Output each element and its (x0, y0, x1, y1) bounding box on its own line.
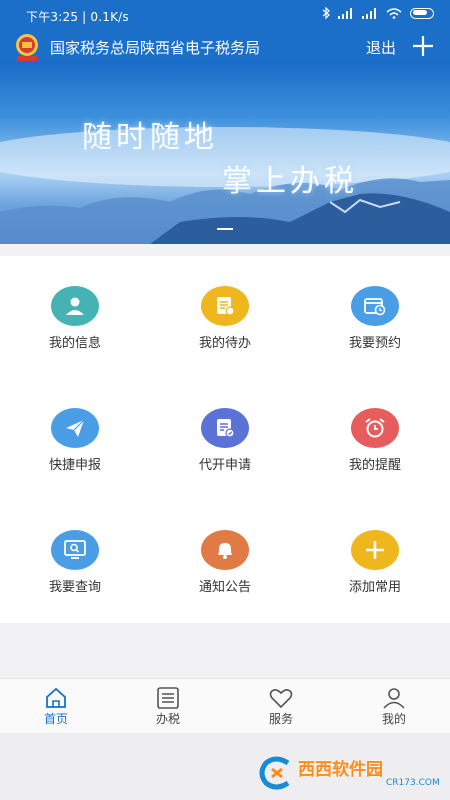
function-grid: 我的信息 我的待办 我要预约 快捷申报 代开申请 我的提醒 我要查询 通知公告 … (0, 256, 450, 623)
tab-home[interactable]: 首页 (0, 679, 112, 733)
watermark: 西西软件园 CR173.COM (256, 753, 440, 793)
carousel-indicator (217, 228, 233, 230)
logout-button[interactable]: 退出 (366, 37, 396, 58)
menu-item-my-info[interactable]: 我的信息 (0, 256, 150, 378)
user-card-icon (51, 286, 99, 326)
menu-item-notice[interactable]: 通知公告 (150, 500, 300, 622)
screen-search-icon (51, 530, 99, 570)
banner-slogan-1: 随时随地 (82, 120, 218, 155)
tab-label: 服务 (268, 712, 293, 726)
status-time: 下午3:25 | 0.1K/s (26, 10, 129, 24)
heart-icon (269, 689, 293, 709)
home-icon (46, 687, 66, 708)
menu-item-quick-declare[interactable]: 快捷申报 (0, 378, 150, 500)
tab-mine[interactable]: 我的 (338, 679, 450, 733)
tab-service[interactable]: 服务 (225, 679, 337, 733)
watermark-logo-icon (259, 756, 290, 790)
menu-item-my-todo[interactable]: 我的待办 (150, 256, 300, 378)
battery-icon (410, 7, 434, 19)
tab-label: 办税 (155, 712, 180, 726)
tab-label: 首页 (43, 712, 68, 726)
banner-carousel[interactable]: 随时随地 掌上办税 (0, 62, 450, 244)
status-bar: 下午3:25 | 0.1K/s (0, 0, 450, 30)
menu-label: 我的提醒 (348, 458, 401, 473)
menu-label: 我要预约 (348, 336, 401, 351)
app-title: 国家税务总局陕西省电子税务局 (50, 39, 261, 57)
person-icon (383, 688, 405, 709)
document-edit-icon (201, 408, 249, 448)
menu-item-appointment[interactable]: 我要预约 (300, 256, 450, 378)
plus-icon (351, 530, 399, 570)
great-wall-scenery (0, 127, 450, 244)
paper-plane-icon (51, 408, 99, 448)
menu-label: 我的待办 (198, 336, 251, 351)
bottom-tab-bar: 首页 办税 服务 我的 (0, 678, 450, 733)
app-bar: 国家税务总局陕西省电子税务局 退出 (0, 30, 450, 62)
tab-tax[interactable]: 办税 (112, 679, 224, 733)
add-icon[interactable] (411, 34, 435, 58)
signal-icon (338, 7, 352, 19)
signal-icon-2 (362, 7, 376, 19)
calendar-clock-icon (351, 286, 399, 326)
watermark-sub: CR173.COM (386, 778, 440, 788)
watermark-text: 西西软件园 (298, 760, 383, 780)
menu-item-query[interactable]: 我要查询 (0, 500, 150, 622)
tab-label: 我的 (381, 712, 406, 726)
menu-item-invoice-apply[interactable]: 代开申请 (150, 378, 300, 500)
menu-label: 代开申请 (198, 458, 251, 473)
menu-label: 我要查询 (48, 580, 101, 595)
tax-emblem-icon (16, 34, 38, 61)
banner-slogan-2: 掌上办税 (222, 164, 358, 199)
bell-icon (201, 530, 249, 570)
alarm-clock-icon (351, 408, 399, 448)
menu-label: 添加常用 (348, 580, 401, 595)
status-icons (322, 7, 434, 19)
wifi-icon (386, 7, 402, 19)
menu-label: 我的信息 (48, 336, 101, 351)
menu-label: 通知公告 (198, 580, 251, 595)
menu-item-add-favorite[interactable]: 添加常用 (300, 500, 450, 622)
todo-list-icon (201, 286, 249, 326)
bluetooth-icon (322, 7, 330, 19)
menu-item-reminder[interactable]: 我的提醒 (300, 378, 450, 500)
menu-label: 快捷申报 (48, 458, 101, 473)
list-icon (157, 687, 179, 709)
